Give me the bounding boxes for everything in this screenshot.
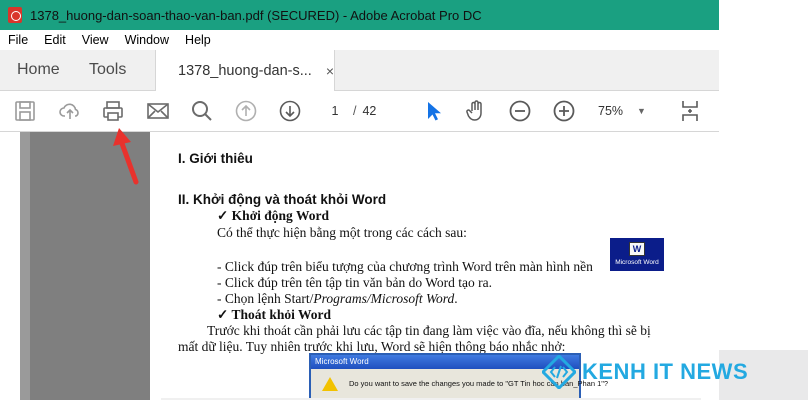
list-item-end: . bbox=[454, 291, 458, 306]
cloud-upload-icon[interactable] bbox=[58, 99, 82, 123]
print-icon[interactable] bbox=[101, 99, 125, 123]
word-icon-letter: W bbox=[629, 242, 645, 256]
zoom-in-icon[interactable] bbox=[552, 99, 576, 123]
list-item-prefix: - Chọn lệnh Start/ bbox=[217, 291, 314, 306]
search-icon[interactable] bbox=[190, 99, 214, 123]
window-title: 1378_huong-dan-soan-thao-van-ban.pdf (SE… bbox=[30, 7, 482, 23]
subheading-exit-word: ✓ Thoát khỏi Word bbox=[217, 307, 331, 322]
tab-bar: Home Tools 1378_huong-dan-s... × bbox=[0, 50, 719, 91]
list-item: - Click đúp trên biểu tượng của chương t… bbox=[217, 259, 593, 274]
menu-bar: File Edit View Window Help bbox=[0, 30, 719, 50]
tab-home[interactable]: Home bbox=[17, 50, 60, 90]
side-panel bbox=[719, 0, 808, 400]
select-cursor-icon[interactable] bbox=[421, 99, 445, 123]
warning-icon bbox=[322, 377, 338, 391]
menu-edit[interactable]: Edit bbox=[36, 33, 74, 47]
annotation-arrow-icon bbox=[113, 128, 139, 185]
page-navigator: 1 / 42 bbox=[323, 99, 377, 123]
page-number-input[interactable]: 1 bbox=[323, 104, 347, 118]
zoom-value: 75% bbox=[598, 104, 624, 118]
heading-start-exit: II. Khởi động và thoát khỏi Word bbox=[178, 192, 387, 207]
save-icon[interactable] bbox=[13, 99, 37, 123]
hand-icon[interactable] bbox=[464, 99, 488, 123]
subheading-start-word: ✓ Khởi động Word bbox=[217, 208, 329, 223]
heading-intro: I. Giới thiêu bbox=[178, 151, 253, 166]
menu-view[interactable]: View bbox=[74, 33, 117, 47]
zoom-out-icon[interactable] bbox=[508, 99, 532, 123]
tab-document[interactable]: 1378_huong-dan-s... × bbox=[155, 50, 335, 91]
chevron-down-icon: ▼ bbox=[637, 106, 646, 116]
page-separator: / bbox=[353, 104, 357, 118]
acrobat-app-icon bbox=[8, 7, 22, 23]
title-bar: 1378_huong-dan-soan-thao-van-ban.pdf (SE… bbox=[0, 0, 719, 30]
watermark-logo-icon bbox=[542, 355, 576, 389]
close-tab-icon[interactable]: × bbox=[326, 63, 334, 79]
intro-text: Có thể thực hiện bằng một trong các cách… bbox=[217, 225, 467, 240]
list-item-path: Programs/Microsoft Word bbox=[313, 291, 455, 306]
tab-document-label: 1378_huong-dan-s... bbox=[178, 62, 312, 79]
menu-help[interactable]: Help bbox=[177, 33, 219, 47]
zoom-dropdown[interactable]: 75% ▼ bbox=[598, 99, 646, 123]
dialog-title: Microsoft Word bbox=[311, 355, 579, 369]
save-prompt-dialog-image: Microsoft Word Do you want to save the c… bbox=[309, 353, 608, 400]
menu-file[interactable]: File bbox=[0, 33, 36, 47]
watermark: KENH IT NEWS bbox=[542, 350, 748, 394]
toolbar: 1 / 42 75% ▼ bbox=[0, 91, 719, 132]
list-item: - Chọn lệnh Start/Programs/Microsoft Wor… bbox=[217, 291, 458, 307]
page-total: 42 bbox=[362, 104, 377, 118]
page-up-icon[interactable] bbox=[234, 99, 258, 123]
menu-window[interactable]: Window bbox=[117, 33, 177, 47]
word-icon: W Microsoft Word bbox=[610, 238, 664, 271]
paragraph-line: Trước khi thoát cần phải lưu các tập tin… bbox=[207, 323, 651, 338]
page-layout-icon[interactable] bbox=[679, 99, 703, 123]
email-icon[interactable] bbox=[146, 99, 170, 123]
word-icon-caption: Microsoft Word bbox=[615, 259, 659, 266]
tab-tools[interactable]: Tools bbox=[89, 50, 126, 90]
watermark-text: KENH IT NEWS bbox=[582, 359, 749, 384]
list-item: - Click đúp trên tên tập tin văn bản do … bbox=[217, 275, 492, 290]
acrobat-window: 1378_huong-dan-soan-thao-van-ban.pdf (SE… bbox=[0, 0, 719, 400]
page-down-icon[interactable] bbox=[278, 99, 302, 123]
